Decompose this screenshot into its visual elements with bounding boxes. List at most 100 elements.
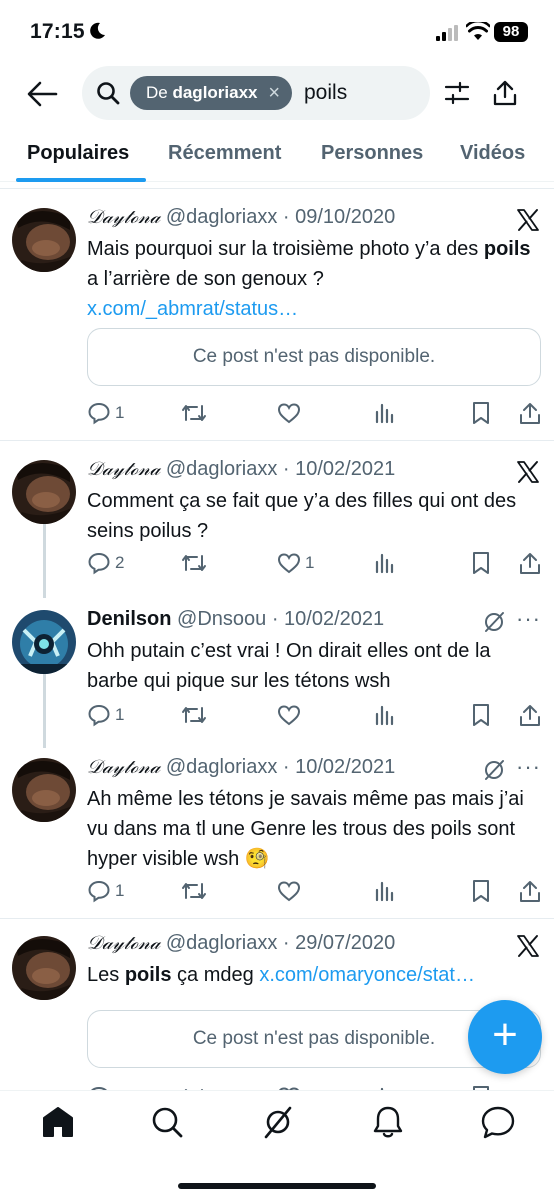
share-tweet-button[interactable] — [519, 700, 541, 730]
chip-prefix: De — [146, 83, 168, 102]
views-button[interactable] — [374, 1082, 396, 1090]
search-query[interactable]: poils — [304, 81, 347, 105]
back-arrow-icon[interactable] — [26, 80, 58, 108]
share-icon — [520, 705, 540, 726]
reply-button[interactable] — [87, 1082, 111, 1090]
avatar[interactable] — [12, 936, 76, 1000]
display-name[interactable]: Denilson — [87, 608, 171, 630]
heart-icon — [277, 553, 301, 574]
reply-button[interactable]: 1 — [87, 700, 124, 730]
like-button[interactable] — [277, 876, 301, 906]
tweet-header: Denilson @Dnsoou · 10/02/2021 — [87, 608, 384, 631]
tweet-header: 𝒟𝒶𝓎𝓉ℴ𝓃𝒶 @dagloriaxx · 29/07/2020 — [87, 932, 395, 955]
more-options-icon[interactable]: ··· — [516, 754, 541, 780]
more-options-icon[interactable]: ··· — [516, 606, 541, 632]
x-logo-icon — [517, 209, 539, 231]
bookmark-button[interactable] — [471, 1082, 491, 1090]
retweet-icon — [182, 883, 206, 899]
home-indicator — [178, 1183, 376, 1189]
search-box[interactable]: De dagloriaxx × poils — [82, 66, 430, 120]
retweet-button[interactable] — [181, 548, 207, 578]
tweet[interactable]: 𝒟𝒶𝓎𝓉ℴ𝓃𝒶 @dagloriaxx · 09/10/2020 Mais po… — [0, 188, 554, 440]
reply-count: 1 — [115, 705, 125, 724]
tab-recemment[interactable]: Récemment — [168, 142, 281, 165]
retweet-button[interactable] — [181, 1082, 207, 1090]
share-tweet-button[interactable] — [519, 548, 541, 578]
retweet-icon — [182, 555, 206, 571]
tweet[interactable]: Denilson @Dnsoou · 10/02/2021 ··· Ohh pu… — [0, 590, 554, 742]
reply-icon — [88, 552, 110, 575]
unavailable-quote-card: Ce post n'est pas disponible. — [87, 328, 541, 386]
retweet-button[interactable] — [181, 700, 207, 730]
views-button[interactable] — [374, 876, 396, 906]
from-user-filter-chip[interactable]: De dagloriaxx × — [130, 76, 292, 110]
avatar[interactable] — [12, 460, 76, 524]
notifications-bell-icon[interactable] — [368, 1105, 408, 1139]
share-icon[interactable] — [492, 79, 518, 107]
moon-icon — [90, 22, 105, 39]
tweet-actions: 1 — [87, 700, 543, 730]
tweet[interactable]: 𝒟𝒶𝓎𝓉ℴ𝓃𝒶 @dagloriaxx · 10/02/2021 Comment… — [0, 440, 554, 590]
reply-button[interactable]: 1 — [87, 876, 124, 906]
avatar[interactable] — [12, 610, 76, 674]
search-tabs: Populaires Récemment Personnes Vidéos — [0, 128, 554, 182]
handle[interactable]: @dagloriaxx — [166, 756, 277, 778]
bookmark-button[interactable] — [471, 700, 491, 730]
grok-icon[interactable] — [482, 758, 506, 782]
handle[interactable]: @Dnsoou — [177, 608, 266, 630]
reply-count: 2 — [115, 553, 125, 572]
handle[interactable]: @dagloriaxx — [166, 458, 277, 480]
bookmark-button[interactable] — [471, 876, 491, 906]
reply-button[interactable]: 1 — [87, 398, 124, 428]
views-chart-icon — [375, 881, 394, 902]
search-icon[interactable] — [148, 1105, 188, 1139]
tweet-link[interactable]: x.com/_abmrat/status… — [87, 298, 298, 320]
remove-chip-icon[interactable]: × — [268, 76, 280, 110]
tweet-header: 𝒟𝒶𝓎𝓉ℴ𝓃𝒶 @dagloriaxx · 10/02/2021 — [87, 756, 395, 779]
retweet-button[interactable] — [181, 876, 207, 906]
views-button[interactable] — [374, 398, 396, 428]
tweet-link[interactable]: x.com/omaryonce/stat… — [259, 964, 475, 986]
share-tweet-button[interactable] — [519, 876, 541, 906]
like-button[interactable]: 1 — [277, 548, 314, 578]
avatar[interactable] — [12, 208, 76, 272]
tab-populaires[interactable]: Populaires — [27, 142, 129, 165]
share-tweet-button[interactable] — [519, 398, 541, 428]
retweet-button[interactable] — [181, 398, 207, 428]
display-name[interactable]: 𝒟𝒶𝓎𝓉ℴ𝓃𝒶 — [87, 756, 160, 778]
tweet-date: · 10/02/2021 — [282, 458, 396, 480]
like-button[interactable] — [277, 398, 301, 428]
tweet[interactable]: 𝒟𝒶𝓎𝓉ℴ𝓃𝒶 @dagloriaxx · 10/02/2021 ··· Ah … — [0, 742, 554, 918]
tab-personnes[interactable]: Personnes — [321, 142, 423, 165]
grok-icon[interactable] — [482, 610, 506, 634]
tweet-actions: 1 — [87, 876, 543, 906]
display-name[interactable]: 𝒟𝒶𝓎𝓉ℴ𝓃𝒶 — [87, 206, 160, 228]
messages-icon[interactable] — [478, 1105, 518, 1139]
bottom-navigation — [0, 1090, 554, 1199]
views-button[interactable] — [374, 700, 396, 730]
compose-post-button[interactable]: + — [468, 1000, 542, 1074]
avatar[interactable] — [12, 758, 76, 822]
status-bar: 17:15 98 — [0, 0, 554, 62]
tweet[interactable]: 𝒟𝒶𝓎𝓉ℴ𝓃𝒶 @dagloriaxx · 29/07/2020 Les poi… — [0, 918, 554, 1090]
home-icon[interactable] — [38, 1105, 78, 1139]
chip-user: dagloriaxx — [172, 83, 258, 102]
display-name[interactable]: 𝒟𝒶𝓎𝓉ℴ𝓃𝒶 — [87, 458, 160, 480]
views-button[interactable] — [374, 548, 396, 578]
filter-sliders-icon[interactable] — [444, 80, 470, 106]
bookmark-button[interactable] — [471, 548, 491, 578]
handle[interactable]: @dagloriaxx — [166, 206, 277, 228]
like-count: 1 — [305, 553, 315, 572]
tab-videos[interactable]: Vidéos — [460, 142, 525, 165]
handle[interactable]: @dagloriaxx — [166, 932, 277, 954]
views-chart-icon — [375, 403, 394, 424]
bookmark-button[interactable] — [471, 398, 491, 428]
like-button[interactable] — [277, 700, 301, 730]
like-button[interactable] — [277, 1082, 301, 1090]
tweet-date: · 09/10/2020 — [282, 206, 396, 228]
reply-button[interactable]: 2 — [87, 548, 124, 578]
grok-icon[interactable] — [258, 1105, 298, 1139]
tweet-header: 𝒟𝒶𝓎𝓉ℴ𝓃𝒶 @dagloriaxx · 09/10/2020 — [87, 206, 395, 229]
display-name[interactable]: 𝒟𝒶𝓎𝓉ℴ𝓃𝒶 — [87, 932, 160, 954]
tweet-text: Les poils ça mdeg x.com/omaryonce/stat… — [87, 964, 475, 986]
